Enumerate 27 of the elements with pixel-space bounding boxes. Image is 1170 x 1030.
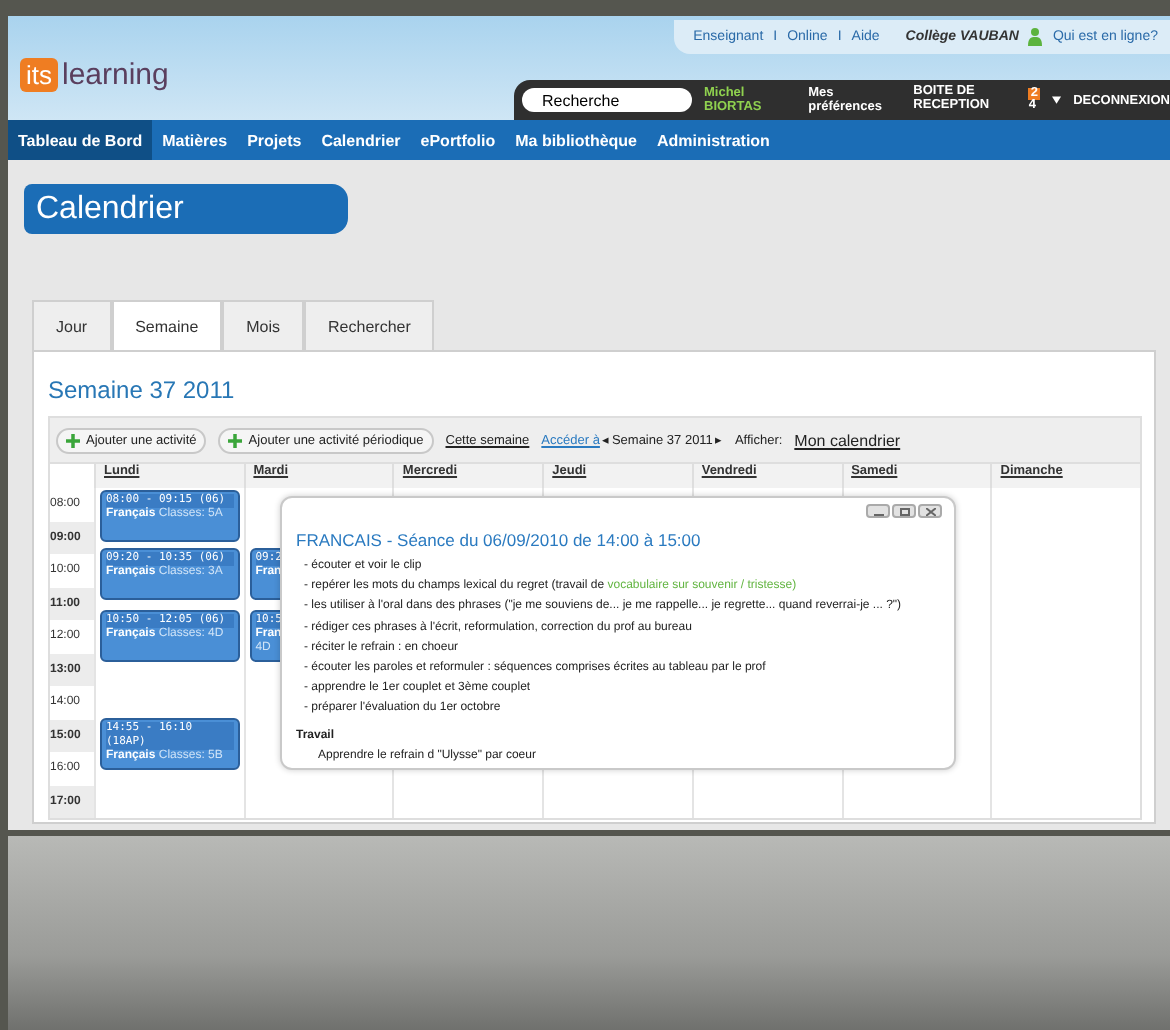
nav-item[interactable]: Ma bibliothèque <box>505 120 647 160</box>
week-title: Semaine 37 2011 <box>48 374 237 408</box>
page-title: Calendrier <box>24 184 348 234</box>
view-tab[interactable]: Rechercher <box>304 300 435 350</box>
view-tab[interactable]: Jour <box>32 300 112 350</box>
nav-item[interactable]: Calendrier <box>311 120 411 160</box>
nav-item[interactable]: Tableau de Bord <box>8 120 153 160</box>
caret-icon[interactable] <box>1052 96 1062 104</box>
close-icon <box>925 507 935 515</box>
minimize-button[interactable] <box>866 504 890 518</box>
logo-wordmark: learning <box>62 57 169 91</box>
calendar-selector[interactable]: Mon calendrier <box>794 431 901 449</box>
maximize-button[interactable] <box>892 504 916 518</box>
nav-item[interactable]: Administration <box>647 120 780 160</box>
plus-icon <box>228 433 243 447</box>
view-tab[interactable]: Mois <box>222 300 305 350</box>
search-field[interactable]: Recherche <box>522 88 692 112</box>
person-icon <box>1028 28 1043 46</box>
maximize-icon <box>899 507 909 515</box>
logo-badge: its <box>20 57 58 91</box>
nav-item[interactable]: Projets <box>237 120 312 160</box>
close-button[interactable] <box>918 504 942 518</box>
event-title: FRANCAIS - Séance du 06/09/2010 de 14:00 à 15:00 <box>296 530 703 550</box>
nav-item[interactable]: ePortfolio <box>410 120 506 160</box>
view-tab[interactable]: Semaine <box>111 300 223 350</box>
plus-icon <box>66 433 80 447</box>
nav-item[interactable]: Matières <box>152 120 238 160</box>
